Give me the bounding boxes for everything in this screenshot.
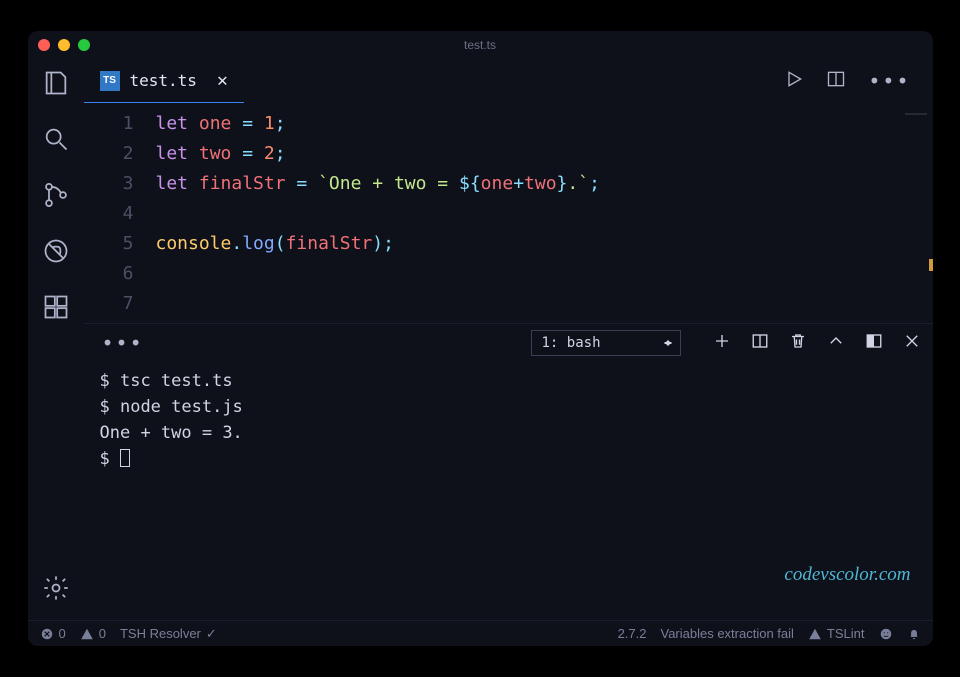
line-number: 5 — [84, 229, 156, 259]
line-number: 4 — [84, 199, 156, 229]
debug-disabled-icon[interactable] — [42, 237, 70, 269]
line-number: 7 — [84, 289, 156, 319]
line-number: 3 — [84, 169, 156, 199]
panel-toolbar: ••• 1: bash — [84, 324, 933, 362]
tab-bar: TS test.ts ✕ ••• — [84, 59, 933, 103]
watermark-text: codevscolor.com — [784, 564, 910, 586]
status-message[interactable]: Variables extraction fail — [660, 626, 793, 641]
extensions-icon[interactable] — [42, 293, 70, 325]
code-editor[interactable]: 1let one = 1;2let two = 2;3let finalStr … — [84, 103, 933, 323]
split-editor-icon[interactable] — [826, 69, 846, 93]
tab-filename: test.ts — [130, 71, 197, 90]
status-bell-icon[interactable] — [907, 627, 921, 641]
code-line[interactable]: 4 — [84, 199, 933, 229]
status-resolver[interactable]: TSH Resolver ✓ — [120, 626, 217, 642]
code-content: console.log(finalStr); — [156, 229, 394, 259]
code-line[interactable]: 2let two = 2; — [84, 139, 933, 169]
main-area: TS test.ts ✕ ••• 1let one = 1;2let two =… — [28, 59, 933, 620]
new-terminal-icon[interactable] — [713, 332, 731, 354]
explorer-icon[interactable] — [42, 69, 70, 101]
activity-bar — [28, 59, 84, 620]
titlebar: test.ts — [28, 31, 933, 59]
line-number: 2 — [84, 139, 156, 169]
toggle-panel-icon[interactable] — [865, 332, 883, 354]
status-prettier-version[interactable]: 2.7.2 — [618, 626, 647, 641]
terminal-line: $ — [100, 446, 917, 472]
editor-actions: ••• — [784, 69, 924, 93]
close-panel-icon[interactable] — [903, 332, 921, 354]
editor-window: test.ts TS test.ts ✕ — [28, 31, 933, 646]
run-icon[interactable] — [784, 69, 804, 93]
code-line[interactable]: 6 — [84, 259, 933, 289]
more-actions-icon[interactable]: ••• — [868, 69, 910, 93]
code-content: let finalStr = `One + two = ${one+two}.`… — [156, 169, 600, 199]
line-number: 6 — [84, 259, 156, 289]
code-line[interactable]: 5console.log(finalStr); — [84, 229, 933, 259]
code-content: let two = 2; — [156, 139, 286, 169]
status-bar: 0 0 TSH Resolver ✓ 2.7.2 Variables extra… — [28, 620, 933, 646]
maximize-panel-icon[interactable] — [827, 332, 845, 354]
line-number: 1 — [84, 109, 156, 139]
search-icon[interactable] — [42, 125, 70, 157]
minimap[interactable] — [905, 113, 927, 153]
typescript-file-icon: TS — [100, 71, 120, 91]
terminal-cursor — [120, 449, 130, 467]
settings-gear-icon[interactable] — [42, 574, 70, 606]
terminal-line: $ node test.js — [100, 394, 917, 420]
status-feedback-icon[interactable] — [879, 627, 893, 641]
source-control-icon[interactable] — [42, 181, 70, 213]
code-content: let one = 1; — [156, 109, 286, 139]
code-line[interactable]: 3let finalStr = `One + two = ${one+two}.… — [84, 169, 933, 199]
terminal-line: One + two = 3. — [100, 420, 917, 446]
overview-ruler-marker — [929, 259, 933, 271]
close-tab-icon[interactable]: ✕ — [217, 70, 228, 91]
window-title: test.ts — [28, 38, 933, 52]
terminal-line: $ tsc test.ts — [100, 368, 917, 394]
tab-test-ts[interactable]: TS test.ts ✕ — [84, 59, 244, 103]
code-line[interactable]: 1let one = 1; — [84, 109, 933, 139]
panel-more-icon[interactable]: ••• — [96, 331, 150, 355]
status-errors[interactable]: 0 — [40, 626, 66, 641]
code-line[interactable]: 7 — [84, 289, 933, 319]
status-tslint[interactable]: TSLint — [808, 626, 865, 641]
check-icon: ✓ — [206, 626, 217, 642]
status-warnings[interactable]: 0 — [80, 626, 106, 641]
split-terminal-icon[interactable] — [751, 332, 769, 354]
kill-terminal-icon[interactable] — [789, 332, 807, 354]
terminal-selector-label: 1: bash — [542, 335, 601, 351]
editor-area: TS test.ts ✕ ••• 1let one = 1;2let two =… — [84, 59, 933, 620]
terminal-selector[interactable]: 1: bash — [531, 330, 681, 356]
